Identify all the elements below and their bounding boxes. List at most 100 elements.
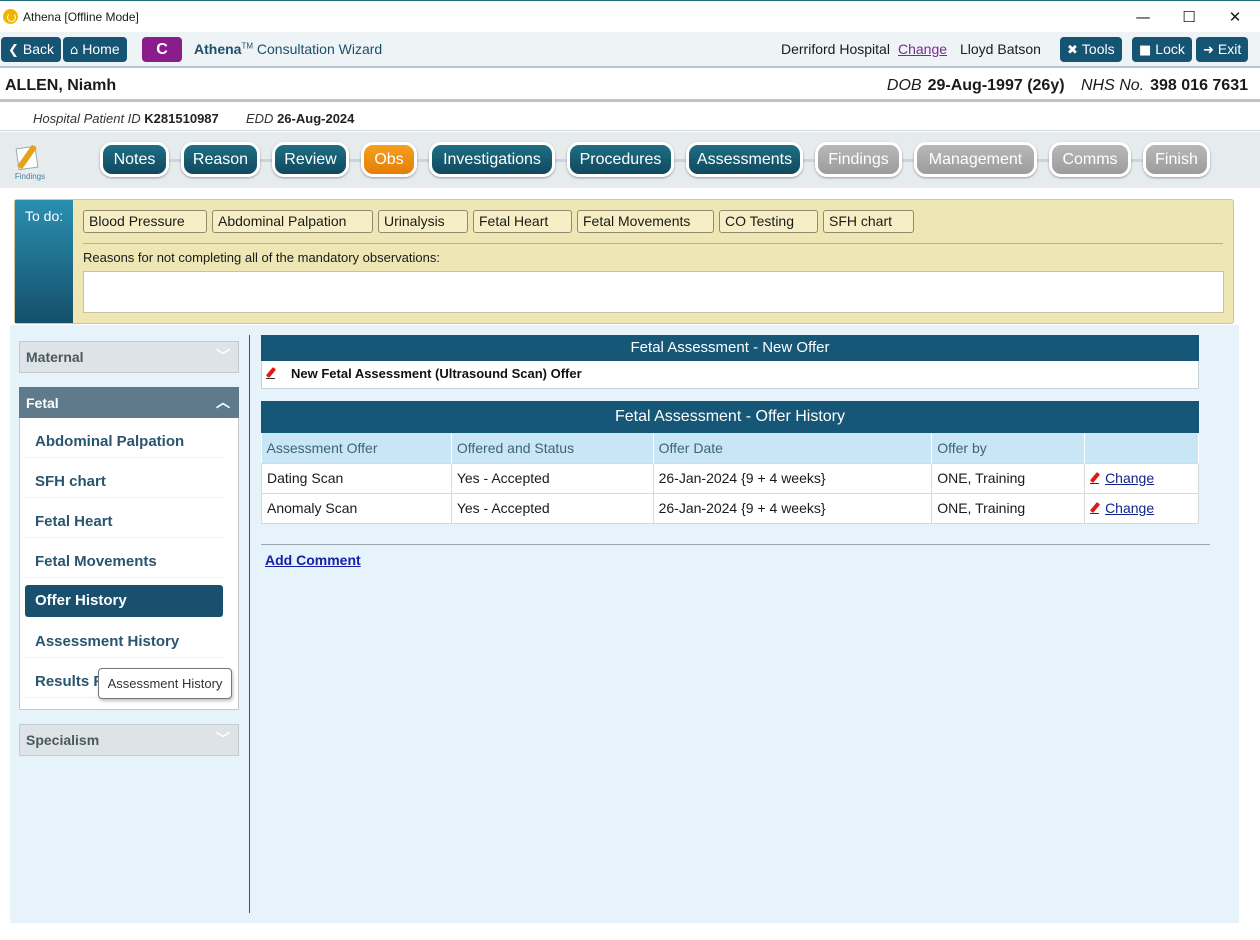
lock-label: Lock bbox=[1155, 41, 1185, 57]
accordion-fetal[interactable]: Fetal ︿ bbox=[19, 387, 239, 419]
cell-action: Change bbox=[1084, 462, 1199, 494]
hospital-id-label: Hospital Patient ID bbox=[33, 111, 141, 126]
cell-offer-by: ONE, Training bbox=[931, 492, 1086, 524]
new-offer-title: Fetal Assessment - New Offer bbox=[261, 335, 1199, 361]
tools-button[interactable]: ✖ Tools bbox=[1060, 37, 1122, 62]
step-reason[interactable]: Reason bbox=[181, 142, 260, 177]
cell-status: Yes - Accepted bbox=[450, 492, 654, 524]
offer-history-table: Assessment Offer Offered and Status Offe… bbox=[261, 433, 1199, 524]
close-icon[interactable]: ✕ bbox=[1212, 1, 1258, 33]
findings-shortcut[interactable]: Findings bbox=[12, 144, 48, 184]
offer-history-title: Fetal Assessment - Offer History bbox=[261, 401, 1199, 433]
todo-item-abdominal-palpation[interactable]: Abdominal Palpation bbox=[212, 210, 373, 233]
hospital-name: Derriford Hospital bbox=[781, 41, 890, 57]
table-row: Dating Scan Yes - Accepted 26-Jan-2024 {… bbox=[261, 462, 1199, 494]
sidebar-item-sfh-chart[interactable]: SFH chart bbox=[25, 466, 223, 498]
cell-offer: Dating Scan bbox=[261, 462, 452, 494]
c-button[interactable]: C bbox=[142, 37, 182, 62]
sidebar-item-abdominal-palpation[interactable]: Abdominal Palpation bbox=[25, 426, 223, 458]
accordion-fetal-label: Fetal bbox=[26, 395, 59, 411]
accordion-specialism[interactable]: Specialism ﹀ bbox=[19, 724, 239, 756]
edit-icon bbox=[1090, 502, 1102, 514]
column-header: Assessment Offer bbox=[261, 433, 452, 463]
lock-button[interactable]: ■ Lock bbox=[1132, 37, 1192, 62]
table-header-row: Assessment Offer Offered and Status Offe… bbox=[261, 433, 1199, 463]
change-hospital-link[interactable]: Change bbox=[898, 41, 947, 57]
window-title-bar: Athena [Offline Mode] — ☐ ✕ bbox=[0, 0, 1260, 32]
todo-label: To do: bbox=[15, 200, 73, 323]
todo-item-sfh-chart[interactable]: SFH chart bbox=[823, 210, 914, 233]
step-management[interactable]: Management bbox=[914, 142, 1037, 177]
todo-item-blood-pressure[interactable]: Blood Pressure bbox=[83, 210, 207, 233]
table-row: Anomaly Scan Yes - Accepted 26-Jan-2024 … bbox=[261, 492, 1199, 524]
todo-panel: To do: Blood Pressure Abdominal Palpatio… bbox=[14, 199, 1234, 324]
exit-label: Exit bbox=[1217, 41, 1242, 57]
cell-offer-by: ONE, Training bbox=[931, 462, 1086, 494]
exit-button[interactable]: ➜ Exit bbox=[1196, 37, 1249, 62]
step-comms[interactable]: Comms bbox=[1049, 142, 1131, 177]
step-obs[interactable]: Obs bbox=[361, 142, 417, 177]
fetal-menu: Abdominal Palpation SFH chart Fetal Hear… bbox=[19, 418, 239, 710]
todo-item-urinalysis[interactable]: Urinalysis bbox=[378, 210, 468, 233]
back-button[interactable]: ❮ Back bbox=[1, 37, 62, 62]
lock-icon: ■ bbox=[1139, 43, 1152, 58]
add-comment-link[interactable]: Add Comment bbox=[265, 552, 361, 568]
brand-tm: TM bbox=[241, 41, 254, 51]
column-header bbox=[1084, 433, 1199, 463]
window-title: Athena [Offline Mode] bbox=[23, 10, 139, 24]
tools-label: Tools bbox=[1081, 41, 1115, 57]
chevron-down-icon: ﹀ bbox=[216, 349, 230, 365]
tools-icon: ✖ bbox=[1067, 43, 1078, 58]
app-brand: AthenaTM Consultation Wizard bbox=[194, 41, 382, 57]
brand-suffix: Consultation Wizard bbox=[256, 41, 383, 57]
maximize-icon[interactable]: ☐ bbox=[1166, 1, 1212, 33]
new-offer-row[interactable]: New Fetal Assessment (Ultrasound Scan) O… bbox=[261, 361, 1199, 389]
todo-reason-input[interactable] bbox=[83, 271, 1224, 313]
todo-reason-label: Reasons for not completing all of the ma… bbox=[83, 250, 440, 265]
step-findings[interactable]: Findings bbox=[815, 142, 902, 177]
chevron-down-icon: ﹀ bbox=[216, 732, 230, 748]
patient-sub-banner: Hospital Patient ID K281510987 EDD 26-Au… bbox=[0, 105, 1260, 131]
edd-label: EDD bbox=[246, 111, 274, 126]
todo-item-fetal-heart[interactable]: Fetal Heart bbox=[473, 210, 572, 233]
nhs-label: NHS No. bbox=[1081, 77, 1145, 94]
cell-date: 26-Jan-2024 {9 + 4 weeks} bbox=[652, 492, 933, 524]
step-review[interactable]: Review bbox=[272, 142, 349, 177]
sidebar-item-fetal-heart[interactable]: Fetal Heart bbox=[25, 506, 223, 538]
sidebar-item-fetal-movements[interactable]: Fetal Movements bbox=[25, 546, 223, 578]
step-notes[interactable]: Notes bbox=[100, 142, 169, 177]
edd: EDD 26-Aug-2024 bbox=[246, 111, 354, 126]
patient-name: ALLEN, Niamh bbox=[5, 77, 117, 94]
cell-offer: Anomaly Scan bbox=[261, 492, 452, 524]
todo-item-fetal-movements[interactable]: Fetal Movements bbox=[577, 210, 714, 233]
accordion-specialism-label: Specialism bbox=[26, 732, 100, 748]
minimize-icon[interactable]: — bbox=[1120, 1, 1166, 33]
column-header: Offered and Status bbox=[451, 433, 654, 463]
cell-status: Yes - Accepted bbox=[450, 462, 654, 494]
step-investigations[interactable]: Investigations bbox=[429, 142, 555, 177]
todo-item-co-testing[interactable]: CO Testing bbox=[719, 210, 818, 233]
change-offer-link[interactable]: Change bbox=[1105, 470, 1154, 486]
home-button[interactable]: ⌂ Home bbox=[63, 37, 127, 62]
chevron-up-icon: ︿ bbox=[216, 395, 230, 411]
step-finish[interactable]: Finish bbox=[1143, 142, 1210, 177]
sidebar-item-assessment-history[interactable]: Assessment History bbox=[25, 626, 223, 658]
new-offer-link[interactable]: New Fetal Assessment (Ultrasound Scan) O… bbox=[291, 366, 582, 381]
step-assessments[interactable]: Assessments bbox=[686, 142, 803, 177]
brand-name: Athena bbox=[194, 41, 242, 57]
cell-action: Change bbox=[1084, 492, 1199, 524]
step-procedures[interactable]: Procedures bbox=[567, 142, 674, 177]
dob-label: DOB bbox=[886, 77, 922, 94]
accordion-maternal[interactable]: Maternal ﹀ bbox=[19, 341, 239, 373]
column-header: Offer Date bbox=[653, 433, 933, 463]
wizard-step-bar: Findings Notes Reason Review Obs Investi… bbox=[0, 132, 1260, 188]
hospital-id-value: K281510987 bbox=[144, 111, 219, 126]
home-icon: ⌂ bbox=[70, 43, 79, 58]
dob-value: 29-Aug-1997 (26y) bbox=[927, 77, 1065, 94]
patient-identifiers: DOB 29-Aug-1997 (26y) NHS No. 398 016 7631 bbox=[887, 77, 1248, 95]
accordion-maternal-label: Maternal bbox=[26, 349, 84, 365]
change-offer-link[interactable]: Change bbox=[1105, 500, 1154, 516]
sidebar-item-offer-history[interactable]: Offer History bbox=[25, 585, 223, 617]
hospital-patient-id: Hospital Patient ID K281510987 bbox=[33, 111, 219, 126]
edit-icon bbox=[1090, 472, 1102, 484]
